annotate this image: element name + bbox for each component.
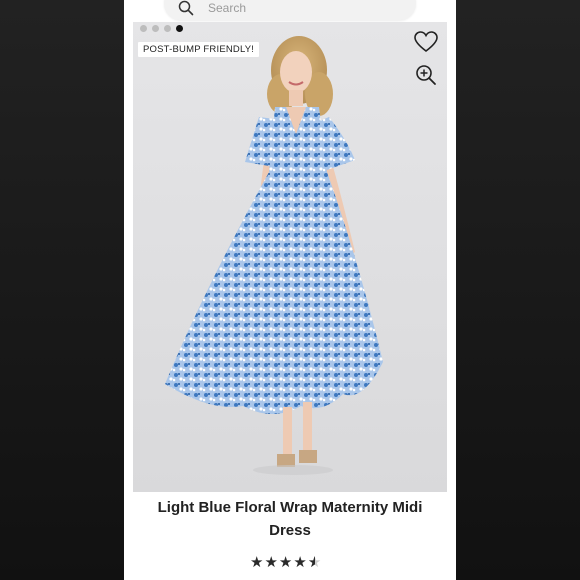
gallery-dot-active[interactable] [176, 25, 183, 32]
backdrop-right [456, 0, 580, 580]
product-badge: POST-BUMP FRIENDLY! [138, 42, 260, 57]
star-icon: ★ [293, 554, 307, 571]
product-title: Light Blue Floral Wrap Maternity Midi Dr… [157, 499, 423, 539]
rating-stars: ★ ★ ★ ★ ★ ★ [250, 553, 321, 571]
heart-icon [414, 31, 438, 53]
star-icon: ★ [250, 554, 264, 571]
search-bar[interactable]: Search [164, 0, 416, 20]
phone-screen: Search POST-BUMP FRIENDLY! Light Blue Fl… [124, 0, 456, 580]
like-button[interactable] [413, 29, 439, 55]
gallery-dot[interactable] [164, 25, 171, 32]
star-icon: ★ [264, 554, 278, 571]
product-image[interactable]: POST-BUMP FRIENDLY! [133, 22, 447, 492]
gallery-dot[interactable] [140, 25, 147, 32]
zoom-in-icon [416, 65, 436, 85]
search-icon [178, 0, 194, 16]
half-star-icon: ★ ★ [307, 554, 322, 571]
zoom-button[interactable] [413, 62, 439, 88]
search-input[interactable]: Search [208, 1, 246, 15]
gallery-pagination[interactable] [140, 25, 183, 32]
backdrop-left [0, 0, 124, 580]
gallery-dot[interactable] [152, 25, 159, 32]
star-icon: ★ [278, 554, 293, 571]
product-photo [165, 36, 383, 475]
